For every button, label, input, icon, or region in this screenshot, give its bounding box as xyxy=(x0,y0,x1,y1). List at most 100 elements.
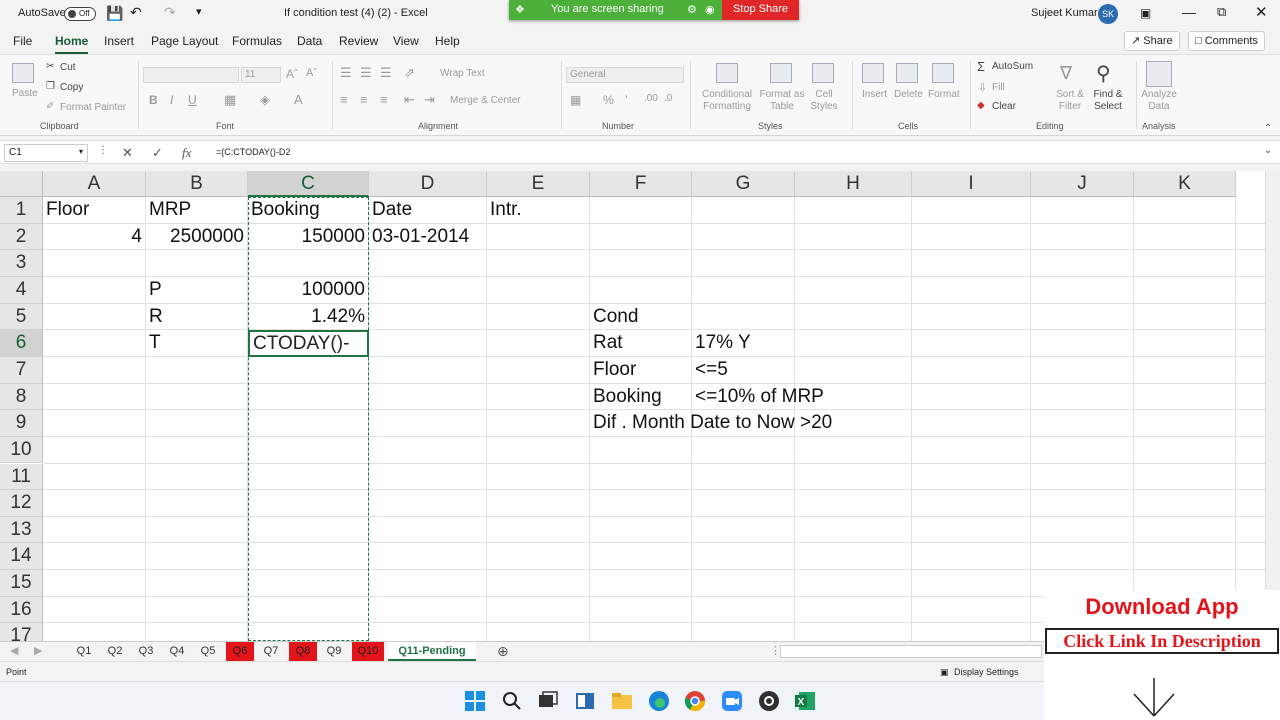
formula-input[interactable]: =(C:CTODAY()-D2 xyxy=(216,147,290,157)
sheet-tab-q9[interactable]: Q9 xyxy=(320,642,348,661)
sheet-tab-q2[interactable]: Q2 xyxy=(101,642,129,661)
zoom-icon[interactable] xyxy=(721,690,743,712)
shrink-font-icon[interactable]: Aˇ xyxy=(306,67,317,79)
column-header-a[interactable]: A xyxy=(43,171,146,197)
cell-f6[interactable]: Rat xyxy=(593,330,623,356)
obs-icon[interactable] xyxy=(758,690,780,712)
sheet-tab-q1[interactable]: Q1 xyxy=(70,642,98,661)
align-middle-icon[interactable]: ☰ xyxy=(360,65,372,81)
cell-a1[interactable]: Floor xyxy=(46,197,89,223)
format-cells-icon[interactable] xyxy=(932,63,954,83)
cell-f7[interactable]: Floor xyxy=(593,357,636,383)
column-header-e[interactable]: E xyxy=(487,171,590,197)
sort-filter-button[interactable]: Sort & Filter xyxy=(1052,89,1088,113)
autosave-toggle[interactable]: Off xyxy=(64,7,96,21)
column-header-b[interactable]: B xyxy=(146,171,248,197)
column-header-f[interactable]: F xyxy=(590,171,692,197)
name-box[interactable]: C1 ▾ xyxy=(4,144,88,162)
wrap-text-button[interactable]: Wrap Text xyxy=(440,68,485,79)
horizontal-scrollbar[interactable] xyxy=(780,645,1042,658)
tab-page-layout[interactable]: Page Layout xyxy=(151,34,218,48)
close-icon[interactable]: ✕ xyxy=(1255,3,1268,21)
row-header-2[interactable]: 2 xyxy=(0,223,43,251)
file-explorer-icon[interactable] xyxy=(611,690,633,712)
row-header-3[interactable]: 3 xyxy=(0,250,43,277)
column-header-g[interactable]: G xyxy=(692,171,795,197)
row-header-12[interactable]: 12 xyxy=(0,490,43,517)
row-header-4[interactable]: 4 xyxy=(0,276,43,304)
cell-c5[interactable]: 1.42% xyxy=(251,304,365,330)
column-header-c[interactable]: C xyxy=(248,171,369,197)
undo-icon[interactable]: ↶ xyxy=(130,4,142,21)
avatar[interactable]: SK xyxy=(1098,4,1118,24)
number-format-box[interactable]: General xyxy=(566,67,684,83)
save-icon[interactable]: 💾 xyxy=(106,5,123,22)
align-left-icon[interactable]: ≡ xyxy=(340,92,348,107)
chrome-icon[interactable] xyxy=(684,690,706,712)
format-as-table-button[interactable]: Format as Table xyxy=(758,89,806,113)
paste-icon[interactable] xyxy=(12,63,34,83)
prev-sheet-icon[interactable]: ◀ xyxy=(10,644,18,657)
align-bottom-icon[interactable]: ☰ xyxy=(380,65,392,81)
column-header-k[interactable]: K xyxy=(1134,171,1236,197)
sheet-tab-q7[interactable]: Q7 xyxy=(257,642,285,661)
next-sheet-icon[interactable]: ▶ xyxy=(34,644,42,657)
italic-icon[interactable]: I xyxy=(170,93,173,107)
percent-icon[interactable]: % xyxy=(603,93,614,107)
column-header-i[interactable]: I xyxy=(912,171,1031,197)
tab-view[interactable]: View xyxy=(393,34,419,48)
tab-insert[interactable]: Insert xyxy=(104,34,134,48)
sort-filter-icon[interactable]: ∇ xyxy=(1060,63,1072,84)
font-name-box[interactable] xyxy=(143,67,239,83)
accounting-icon[interactable]: ▦ xyxy=(570,93,581,107)
search-icon[interactable] xyxy=(501,690,523,712)
clear-button[interactable]: Clear xyxy=(992,101,1016,112)
row-header-9[interactable]: 9 xyxy=(0,410,43,437)
fill-color-icon[interactable]: ◈ xyxy=(260,92,270,108)
align-center-icon[interactable]: ≡ xyxy=(360,92,368,107)
cell-b4[interactable]: P xyxy=(149,277,162,303)
select-all-corner[interactable] xyxy=(0,171,43,197)
delete-cells-button[interactable]: Delete xyxy=(894,89,923,100)
cell-c1[interactable]: Booking xyxy=(251,197,320,223)
merge-center-button[interactable]: Merge & Center xyxy=(450,95,521,106)
analyze-data-icon[interactable] xyxy=(1146,61,1172,87)
sheet-tab-q6[interactable]: Q6 xyxy=(226,642,254,661)
cell-b5[interactable]: R xyxy=(149,304,163,330)
row-header-14[interactable]: 14 xyxy=(0,543,43,571)
font-color-icon[interactable]: A xyxy=(294,92,303,107)
increase-decimal-icon[interactable]: .00 xyxy=(644,93,658,104)
share-button[interactable]: ↗ Share xyxy=(1124,31,1180,51)
cell-b1[interactable]: MRP xyxy=(149,197,191,223)
tab-file[interactable]: File xyxy=(13,34,32,48)
add-sheet-icon[interactable]: ⊕ xyxy=(497,643,509,660)
row-header-1[interactable]: 1 xyxy=(0,197,43,224)
tab-help[interactable]: Help xyxy=(435,34,460,48)
font-size-box[interactable]: 11 xyxy=(241,67,281,83)
comments-button[interactable]: □ Comments xyxy=(1188,31,1265,51)
comma-icon[interactable]: ’ xyxy=(625,93,628,107)
cell-f9[interactable]: Dif . Month Date to Now >20 xyxy=(593,410,832,436)
collapse-ribbon-icon[interactable]: ⌃ xyxy=(1264,123,1272,134)
format-cells-button[interactable]: Format xyxy=(928,89,960,100)
underline-icon[interactable]: U xyxy=(188,93,197,107)
user-name[interactable]: Sujeet Kumar xyxy=(1031,7,1098,19)
cell-d2[interactable]: 03-01-2014 xyxy=(372,224,469,250)
cut-button[interactable]: Cut xyxy=(60,62,76,73)
tab-review[interactable]: Review xyxy=(339,34,378,48)
stop-share-button[interactable]: Stop Share xyxy=(722,0,799,20)
cell-b2[interactable]: 2500000 xyxy=(149,224,244,250)
cell-f5[interactable]: Cond xyxy=(593,304,638,330)
borders-icon[interactable]: ▦ xyxy=(224,92,236,108)
sheet-tab-q8[interactable]: Q8 xyxy=(289,642,317,661)
share-settings-icon[interactable]: ⚙ xyxy=(687,3,697,16)
windows-start-icon[interactable] xyxy=(464,690,486,712)
decrease-decimal-icon[interactable]: .0 xyxy=(664,93,672,104)
sheet-tab-q4[interactable]: Q4 xyxy=(163,642,191,661)
tab-formulas[interactable]: Formulas xyxy=(232,34,282,48)
restore-icon[interactable]: ⧉ xyxy=(1217,4,1226,20)
insert-cells-button[interactable]: Insert xyxy=(862,89,887,100)
paste-label[interactable]: Paste xyxy=(12,88,38,99)
tab-home[interactable]: Home xyxy=(55,34,89,55)
row-header-17[interactable]: 17 xyxy=(0,623,43,641)
